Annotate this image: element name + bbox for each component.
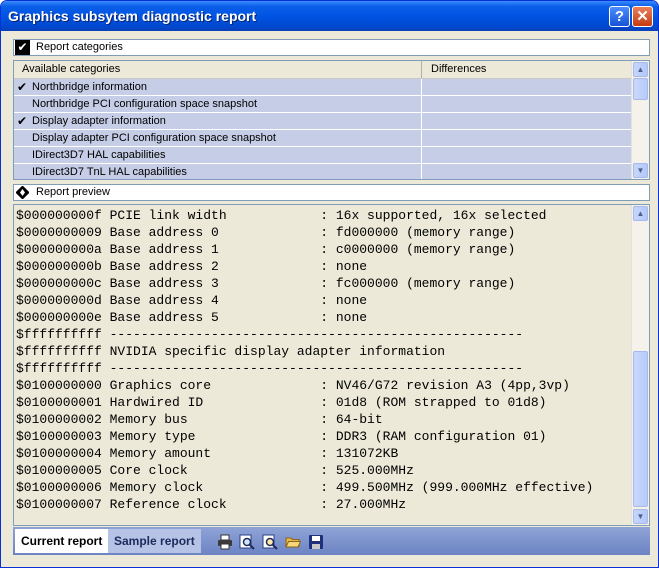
report-line: $0100000000 Graphics core : NV46/G72 rev… [16, 378, 570, 393]
report-line: $000000000c Base address 3 : fc000000 (m… [16, 276, 516, 291]
column-available-categories[interactable]: Available categories [22, 63, 120, 75]
category-row[interactable]: Display adapter PCI configuration space … [14, 130, 633, 147]
scroll-down-arrow-icon[interactable]: ▼ [633, 509, 648, 524]
category-diff-cell [422, 130, 633, 147]
report-line: $0100000001 Hardwired ID : 01d8 (ROM str… [16, 395, 547, 410]
report-line: $0100000006 Memory clock : 499.500MHz (9… [16, 480, 594, 495]
category-checked-icon[interactable]: ✔ [17, 114, 27, 128]
category-diff-cell [422, 147, 633, 164]
report-preview-text[interactable]: $000000000f PCIE link width : 16x suppor… [13, 204, 650, 526]
category-diff-cell [422, 113, 633, 130]
open-folder-icon[interactable] [285, 534, 301, 550]
tab-sample-report[interactable]: Sample report [108, 529, 201, 553]
save-disk-icon[interactable] [308, 534, 324, 550]
report-line: $0100000003 Memory type : DDR3 (RAM conf… [16, 429, 547, 444]
report-line: $ffffffffff ----------------------------… [16, 361, 524, 376]
category-diff-cell [422, 164, 633, 179]
print-icon[interactable] [217, 534, 233, 550]
report-line: $ffffffffff NVIDIA specific display adap… [16, 344, 446, 359]
category-name: Northbridge PCI configuration space snap… [32, 98, 258, 110]
zoom-document-icon[interactable] [262, 534, 278, 550]
preview-scrollbar[interactable]: ▲ ▼ [631, 205, 649, 525]
title-bar[interactable]: Graphics subsytem diagnostic report ? ✕ [1, 1, 658, 31]
category-name: IDirect3D7 TnL HAL capabilities [32, 166, 187, 178]
diagnostic-report-window: Graphics subsytem diagnostic report ? ✕ … [0, 0, 659, 568]
report-lines: $000000000f PCIE link width : 16x suppor… [16, 207, 632, 513]
categories-scroll-thumb[interactable] [633, 78, 648, 100]
column-separator [421, 61, 422, 78]
category-name: Northbridge information [32, 81, 147, 93]
column-differences[interactable]: Differences [431, 63, 486, 75]
categories-scrollbar[interactable]: ▲ ▼ [631, 61, 649, 179]
checkmark-icon[interactable]: ✔ [15, 40, 30, 55]
report-line: $000000000e Base address 5 : none [16, 310, 368, 325]
report-line: $0100000005 Core clock : 525.000MHz [16, 463, 414, 478]
categories-list: Available categories Differences ✔ North… [13, 60, 650, 180]
tab-current-report[interactable]: Current report [15, 529, 109, 553]
scroll-down-arrow-icon[interactable]: ▼ [633, 163, 648, 178]
report-line: $000000000d Base address 4 : none [16, 293, 368, 308]
scroll-up-arrow-icon[interactable]: ▲ [633, 62, 648, 77]
report-preview-label: Report preview [36, 186, 110, 198]
help-button[interactable]: ? [609, 6, 630, 27]
category-name: Display adapter information [32, 115, 166, 127]
close-button[interactable]: ✕ [632, 6, 653, 27]
preview-scroll-thumb[interactable] [633, 351, 648, 507]
preview-diamond-icon [16, 186, 29, 199]
category-diff-cell [422, 79, 633, 96]
print-preview-icon[interactable] [239, 534, 255, 550]
report-categories-label: Report categories [36, 41, 123, 53]
report-tab-bar: Current report Sample report [13, 527, 650, 555]
scroll-up-arrow-icon[interactable]: ▲ [633, 206, 648, 221]
report-line: $0100000002 Memory bus : 64-bit [16, 412, 383, 427]
categories-column-header: Available categories Differences [14, 61, 633, 79]
category-row[interactable]: Northbridge PCI configuration space snap… [14, 96, 633, 113]
category-checked-icon[interactable]: ✔ [17, 80, 27, 94]
report-line: $000000000f PCIE link width : 16x suppor… [16, 208, 547, 223]
category-diff-cell [422, 96, 633, 113]
window-title: Graphics subsytem diagnostic report [8, 8, 257, 24]
category-name: Display adapter PCI configuration space … [32, 132, 276, 144]
report-categories-header: ✔ Report categories [13, 39, 650, 56]
report-line: $000000000a Base address 1 : c0000000 (m… [16, 242, 516, 257]
category-row[interactable]: IDirect3D7 HAL capabilities [14, 147, 633, 164]
report-line: $0100000004 Memory amount : 131072KB [16, 446, 399, 461]
report-line: $0000000009 Base address 0 : fd000000 (m… [16, 225, 516, 240]
report-preview-header: Report preview [13, 184, 650, 201]
category-row[interactable]: ✔ Northbridge information [14, 79, 633, 96]
report-line: $0100000007 Reference clock : 27.000MHz [16, 497, 407, 512]
category-row[interactable]: ✔ Display adapter information [14, 113, 633, 130]
report-line: $000000000b Base address 2 : none [16, 259, 368, 274]
report-line: $ffffffffff ----------------------------… [16, 327, 524, 342]
category-name: IDirect3D7 HAL capabilities [32, 149, 166, 161]
category-row[interactable]: IDirect3D7 TnL HAL capabilities [14, 164, 633, 179]
